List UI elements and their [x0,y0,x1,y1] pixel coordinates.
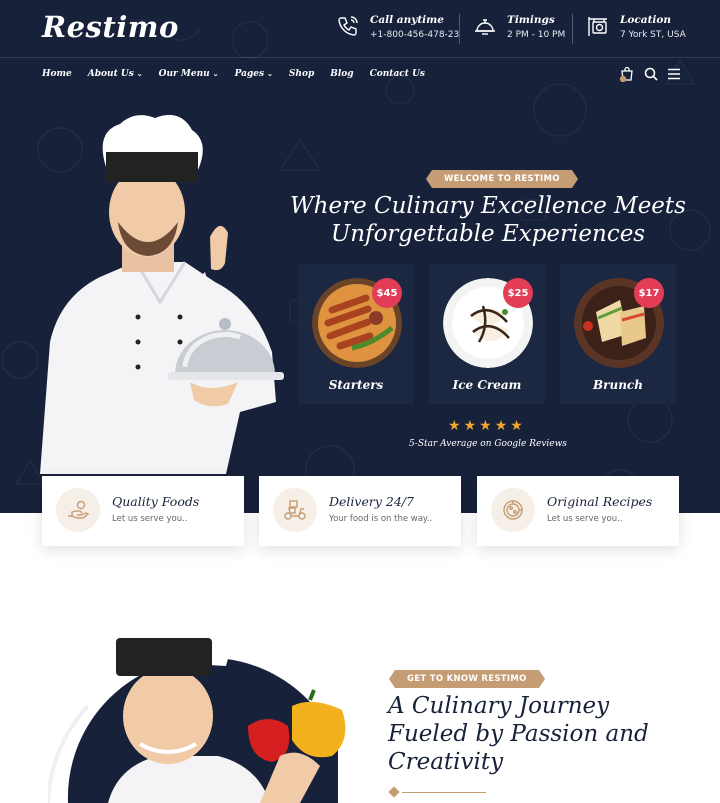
feature-subtitle: Let us serve you.. [112,514,188,524]
price-badge: $25 [503,278,533,308]
phone-icon [338,16,358,36]
nav-item-label: Home [42,69,72,79]
nav-item-label: About Us [87,69,134,79]
dish-card-starters[interactable]: $45 Starters [298,264,414,404]
decorative-diamond [388,786,400,798]
location-label: Location [620,14,672,26]
call-label: Call anytime [370,14,444,26]
search-icon[interactable] [643,66,659,82]
header-call[interactable]: Call anytime +1-800-456-478-23 [336,14,459,40]
chef-with-cloche-image [40,114,284,474]
dish-name: Ice Cream [452,378,522,392]
feature-original-recipes: Original Recipes Let us serve you.. [477,476,679,546]
dish-card-brunch[interactable]: $17 Brunch [560,264,676,404]
about-title-line-1: A Culinary Journey [388,693,610,719]
price-badge: $45 [372,278,402,308]
star-icon: ★ [448,418,461,434]
feature-title: Quality Foods [112,494,200,509]
decorative-line [402,792,486,793]
nav-item-blog[interactable]: Blog [330,69,353,79]
nav-item-about-us[interactable]: About Us ⌄ [88,69,143,79]
feature-delivery: Delivery 24/7 Your food is on the way.. [259,476,461,546]
header-timings: Timings 2 PM - 10 PM [473,14,565,40]
nav-item-our-menu[interactable]: Our Menu ⌄ [159,69,219,79]
price-badge: $17 [634,278,664,308]
chevron-down-icon: ⌄ [212,69,219,78]
about-badge: GET TO KNOW RESTIMO [389,670,545,688]
dish-card-ice-cream[interactable]: $25 Ice Cream [429,264,545,404]
nav-item-label: Our Menu [158,69,210,79]
serving-hand-icon [68,500,90,519]
feature-icon-wrap [273,488,317,532]
divider [572,14,573,44]
timings-value: 2 PM - 10 PM [507,30,566,40]
menu-icon[interactable] [666,66,682,82]
star-icon: ★ [494,418,508,434]
feature-subtitle: Your food is on the way.. [329,514,433,524]
nav-item-label: Contact Us [369,69,425,79]
chevron-down-icon: ⌄ [136,69,143,78]
about-title-line-2: Fueled by Passion and [388,721,649,747]
nav-item-pages[interactable]: Pages ⌄ [235,69,273,79]
pizza-icon [503,500,523,520]
nav-item-label: Shop [288,69,315,79]
signboard-icon [588,17,607,36]
dish-name: Brunch [593,378,643,392]
main-nav: Home About Us ⌄ Our Menu ⌄ Pages ⌄ Shop Blog Cont… [42,69,425,79]
feature-title: Original Recipes [547,494,653,509]
nav-item-home[interactable]: Home [42,69,72,79]
nav-item-contact-us[interactable]: Contact Us [370,69,425,79]
site-logo[interactable]: Restimo [42,10,179,44]
nav-item-shop[interactable]: Shop [289,69,314,79]
feature-icon-wrap [491,488,535,532]
star-icon: ★ [510,418,523,434]
about-title-line-3: Creativity [388,749,504,775]
feature-quality-foods: Quality Foods Let us serve you.. [42,476,244,546]
cart-icon[interactable] [619,66,635,82]
feature-subtitle: Let us serve you.. [547,514,623,524]
hero-title: Where Culinary Excellence Meets Unforget… [290,192,686,248]
hero-section: Restimo Call anytime +1-800-456-478-23 Ti… [0,0,720,513]
reviews-text: 5-Star Average on Google Reviews [409,439,567,449]
divider [459,14,460,44]
nav-item-label: Pages [234,69,265,79]
feature-title: Delivery 24/7 [329,494,414,509]
location-value: 7 York ST, USA [620,30,686,40]
nav-item-label: Blog [330,69,354,79]
scooter-icon [284,500,306,520]
hero-title-line-1: Where Culinary Excellence Meets [290,193,686,219]
header-divider [0,57,720,58]
star-icon: ★ [463,418,477,434]
timings-label: Timings [507,14,555,26]
rating-stars: ★ ★ ★ ★ ★ [448,418,523,434]
hero-title-line-2: Unforgettable Experiences [330,221,646,247]
dish-name: Starters [328,378,384,392]
chef-with-peppers-image [48,596,346,803]
bell-icon [475,19,495,35]
chevron-down-icon: ⌄ [267,69,273,78]
welcome-badge: WELCOME TO RESTIMO [426,170,578,188]
about-title: A Culinary Journey Fueled by Passion and… [388,692,688,776]
feature-icon-wrap [56,488,100,532]
header-location[interactable]: Location 7 York ST, USA [586,14,686,40]
star-icon: ★ [479,418,492,434]
call-number[interactable]: +1-800-456-478-23 [370,30,459,40]
